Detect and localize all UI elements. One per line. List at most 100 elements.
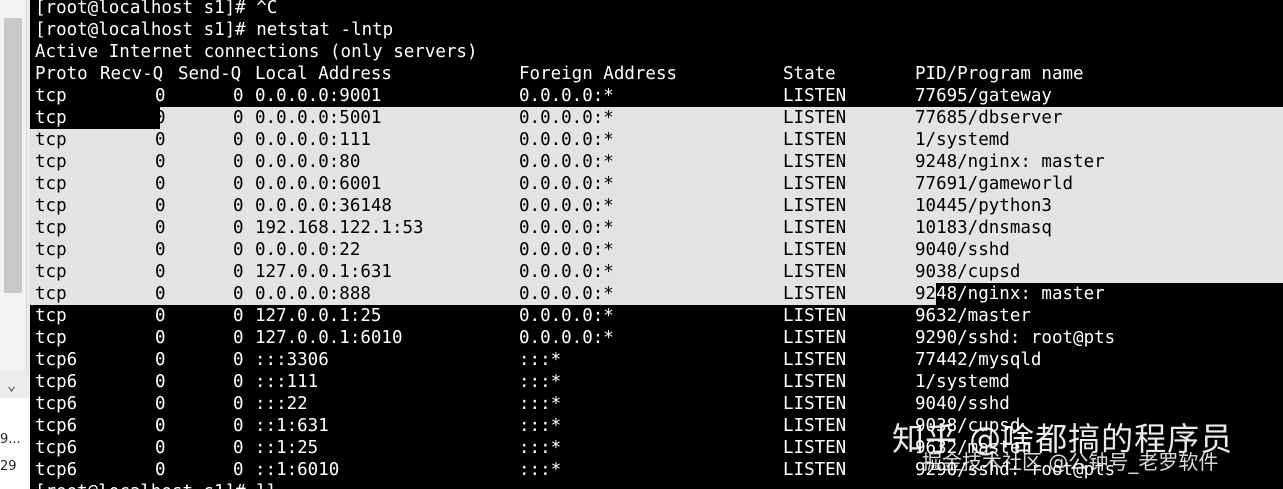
cell-proto: tcp6 — [35, 350, 78, 370]
cell-proto: tcp — [35, 240, 67, 260]
header-proto: Proto — [35, 64, 88, 84]
left-panel: ⌄ 9... 29 — [0, 0, 30, 489]
cell-proto: tcp — [35, 262, 67, 282]
cell-proto: tcp — [35, 284, 67, 304]
cell-state: LISTEN — [783, 372, 847, 392]
cell-local-address: :::111 — [255, 372, 319, 392]
cell-recvq: 0 — [155, 328, 166, 348]
prompt-line: [root@localhost s1]# ^C — [35, 0, 278, 18]
table-row: tcp 0 0 0.0.0.0:9001 0.0.0.0:* LISTEN 77695/ga… — [35, 85, 1275, 107]
cell-sendq: 0 — [233, 438, 244, 458]
cell-state: LISTEN — [783, 306, 847, 326]
cell-proto: tcp6 — [35, 394, 78, 414]
cell-state: LISTEN — [783, 438, 847, 458]
cell-local-address: 0.0.0.0:6001 — [255, 174, 382, 194]
cell-state: LISTEN — [783, 152, 847, 172]
cell-recvq: 0 — [155, 262, 166, 282]
cell-pid-program: 10445/python3 — [915, 196, 1052, 216]
table-row: tcp 0 0 0.0.0.0:888 0.0.0.0:* LISTEN 9248/ngin… — [35, 283, 1275, 305]
cell-local-address: 0.0.0.0:111 — [255, 130, 371, 150]
cell-sendq: 0 — [233, 328, 244, 348]
cell-foreign-address: 0.0.0.0:* — [519, 86, 614, 106]
cell-sendq: 0 — [233, 262, 244, 282]
cell-state: LISTEN — [783, 460, 847, 480]
cell-state: LISTEN — [783, 218, 847, 238]
scrollbar-thumb[interactable] — [4, 18, 22, 293]
cell-sendq: 0 — [233, 196, 244, 216]
chevron-down-icon[interactable]: ⌄ — [7, 376, 16, 394]
cell-proto: tcp — [35, 86, 67, 106]
cell-state: LISTEN — [783, 108, 847, 128]
cell-pid-program: 9248/nginx: master — [915, 152, 1105, 172]
cell-state: LISTEN — [783, 328, 847, 348]
cell-local-address: 0.0.0.0:9001 — [255, 86, 382, 106]
cell-recvq: 0 — [155, 130, 166, 150]
cell-state: LISTEN — [783, 350, 847, 370]
table-row: tcp 0 0 0.0.0.0:80 0.0.0.0:* LISTEN 9248/nginx… — [35, 151, 1275, 173]
cell-local-address: 0.0.0.0:80 — [255, 152, 361, 172]
cell-proto: tcp — [35, 108, 67, 128]
cell-local-address: :::3306 — [255, 350, 329, 370]
cell-foreign-address: 0.0.0.0:* — [519, 174, 614, 194]
cell-foreign-address: 0.0.0.0:* — [519, 240, 614, 260]
cell-pid-program: 1/systemd — [915, 372, 1010, 392]
cell-foreign-address: 0.0.0.0:* — [519, 284, 614, 304]
cell-sendq: 0 — [233, 284, 244, 304]
cell-proto: tcp — [35, 328, 67, 348]
cell-recvq: 0 — [155, 350, 166, 370]
cell-pid-program: 9248/nginx: master — [915, 284, 1105, 304]
cell-sendq: 0 — [233, 130, 244, 150]
cell-state: LISTEN — [783, 416, 847, 436]
cell-foreign-address: :::* — [519, 416, 562, 436]
cell-sendq: 0 — [233, 174, 244, 194]
command-line: [root@localhost s1]# netstat -lntp — [35, 20, 394, 40]
cell-local-address: 192.168.122.1:53 — [255, 218, 424, 238]
cell-pid-program: 9040/sshd — [915, 394, 1010, 414]
scrollbar-track[interactable] — [0, 0, 27, 370]
cell-pid-program: 9038/cupsd — [915, 262, 1021, 282]
table-row: tcp6 0 0:::22:::* LISTEN 9040/sshd — [35, 393, 1275, 415]
cell-pid-program: 77691/gameworld — [915, 174, 1074, 194]
cell-pid-program: 77685/dbserver — [915, 108, 1063, 128]
cell-local-address: 0.0.0.0:888 — [255, 284, 371, 304]
cell-foreign-address: 0.0.0.0:* — [519, 108, 614, 128]
cell-state: LISTEN — [783, 174, 847, 194]
table-row: tcp 0 0 0.0.0.0:22 0.0.0.0:* LISTEN 9040/sshd — [35, 239, 1275, 261]
cell-state: LISTEN — [783, 240, 847, 260]
cell-recvq: 0 — [155, 306, 166, 326]
cell-recvq: 0 — [155, 196, 166, 216]
cell-foreign-address: 0.0.0.0:* — [519, 218, 614, 238]
cell-sendq: 0 — [233, 460, 244, 480]
table-row: tcp 0 0 192.168.122.1:53 0.0.0.0:* LISTEN 1018… — [35, 217, 1275, 239]
cell-pid-program: 9040/sshd — [915, 240, 1010, 260]
table-header: Proto Recv-Q Send-Q Local Address Foreig… — [35, 63, 1275, 85]
cell-local-address: 127.0.0.1:25 — [255, 306, 382, 326]
cell-recvq: 0 — [155, 438, 166, 458]
cell-local-address: 0.0.0.0:5001 — [255, 108, 382, 128]
cell-foreign-address: :::* — [519, 372, 562, 392]
cell-foreign-address: :::* — [519, 394, 562, 414]
cell-sendq: 0 — [233, 306, 244, 326]
terminal-window[interactable]: [root@localhost s1]# ^C [root@localhost … — [30, 0, 1283, 489]
cell-local-address: 0.0.0.0:22 — [255, 240, 361, 260]
cell-sendq: 0 — [233, 394, 244, 414]
header-sendq: Send-Q — [178, 64, 242, 84]
header-local-address: Local Address — [255, 64, 392, 84]
table-row: tcp 0 0 127.0.0.1:25 0.0.0.0:* LISTEN 9632/mas… — [35, 305, 1275, 327]
cell-recvq: 0 — [155, 394, 166, 414]
cell-pid-program: 9290/sshd: root@pts — [915, 328, 1116, 348]
cell-state: LISTEN — [783, 196, 847, 216]
cell-local-address: ::1:6010 — [255, 460, 340, 480]
cell-sendq: 0 — [233, 218, 244, 238]
cell-sendq: 0 — [233, 240, 244, 260]
watermark-secondary: 掘金技术社区 @公钟号_老罗软件 — [922, 450, 1219, 474]
cell-sendq: 0 — [233, 350, 244, 370]
cell-foreign-address: 0.0.0.0:* — [519, 306, 614, 326]
prompt-line: [root@localhost s1]# ll — [35, 481, 277, 489]
cell-foreign-address: 0.0.0.0:* — [519, 196, 614, 216]
cell-recvq: 0 — [155, 174, 166, 194]
cell-recvq: 0 — [155, 240, 166, 260]
cell-sendq: 0 — [233, 108, 244, 128]
cell-proto: tcp — [35, 130, 67, 150]
cell-pid-program: 10183/dnsmasq — [915, 218, 1052, 238]
